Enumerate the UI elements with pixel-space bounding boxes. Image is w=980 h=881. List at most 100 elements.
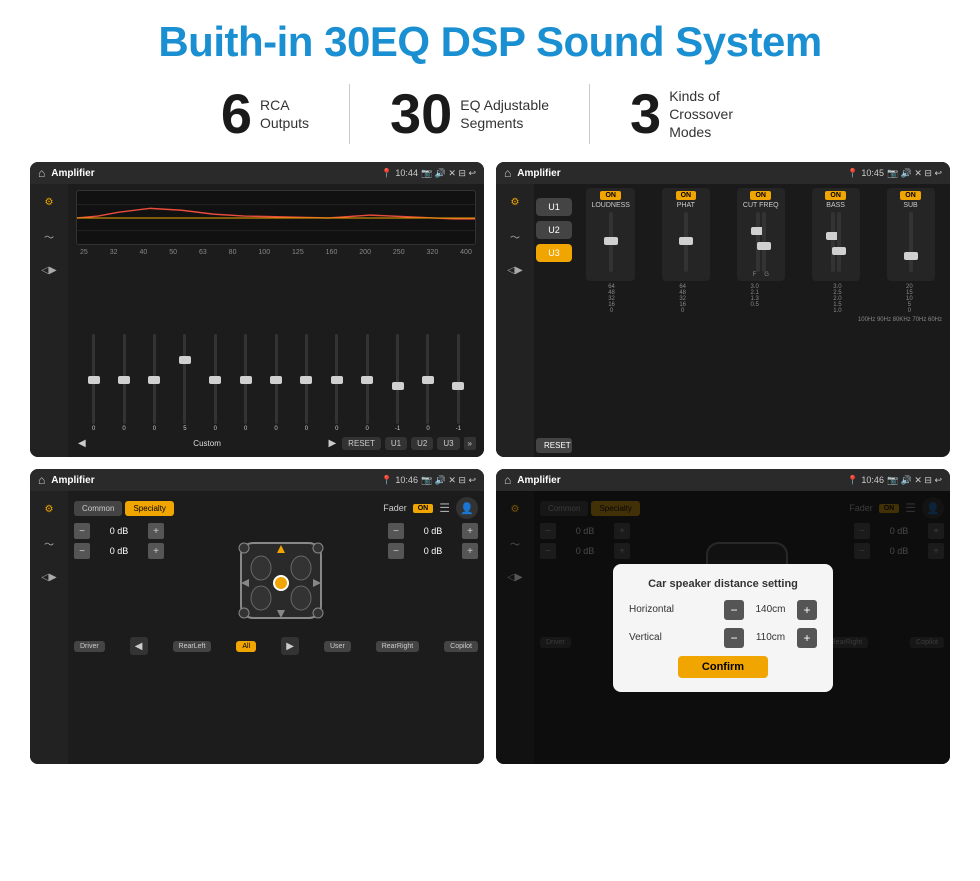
speaker-icon-3[interactable]: ◁▶ [36, 567, 62, 587]
fl-plus-btn[interactable]: + [148, 523, 164, 539]
db-control-rr: − 0 dB + [388, 543, 478, 559]
side-icons-3: ⚙ 〜 ◁▶ [30, 491, 68, 764]
status-icons-4: 📍 10:46 📷 🔊 ✕ ⊟ ↩ [847, 475, 942, 486]
cutfreq-on-badge: ON [750, 191, 771, 200]
main-title: Buith-in 30EQ DSP Sound System [30, 18, 950, 66]
fr-value: 0 dB [408, 526, 458, 536]
eq-slider-4: 0 [202, 334, 229, 432]
speaker-icon[interactable]: ◁▶ [36, 260, 62, 280]
side-icons-2: ⚙ 〜 ◁▶ [496, 184, 534, 457]
side-icons-1: ⚙ 〜 ◁▶ [30, 184, 68, 457]
fader-controls: − 0 dB + − 0 dB + [74, 523, 478, 633]
amp-u1-btn[interactable]: U1 [536, 198, 572, 216]
stat-label-eq: EQ AdjustableSegments [460, 96, 549, 132]
copilot-btn[interactable]: Copilot [444, 641, 478, 652]
fr-plus-btn[interactable]: + [462, 523, 478, 539]
amp-reset-btn[interactable]: RESET [536, 438, 572, 453]
home-icon-3: ⌂ [38, 473, 45, 487]
screen-content-3: ⚙ 〜 ◁▶ Common Specialty Fader ON [30, 491, 484, 764]
time-4: 10:46 [861, 475, 884, 485]
eq-slider-6: 0 [262, 334, 289, 432]
screen-fader: ⌂ Amplifier 📍 10:46 📷 🔊 ✕ ⊟ ↩ ⚙ 〜 ◁▶ Com… [30, 469, 484, 764]
amp-u2-btn[interactable]: U2 [536, 221, 572, 239]
rr-minus-btn[interactable]: − [388, 543, 404, 559]
fader-sliders-icon: ☰ [439, 501, 450, 515]
eq-slider-3: 5 [171, 334, 198, 432]
eq-slider-1: 0 [110, 334, 137, 432]
fr-minus-btn[interactable]: − [388, 523, 404, 539]
db-control-fr: − 0 dB + [388, 523, 478, 539]
screen-content-2: ⚙ 〜 ◁▶ U1 U2 U3 RESET [496, 184, 950, 457]
vertical-minus-btn[interactable]: − [724, 628, 744, 648]
vertical-row: Vertical − 110cm + [629, 628, 817, 648]
amp-u3-btn[interactable]: U3 [536, 244, 572, 262]
rl-minus-btn[interactable]: − [74, 543, 90, 559]
eq-next-arrow[interactable]: ▶ [326, 436, 338, 451]
specialty-tab[interactable]: Specialty [125, 501, 173, 516]
eq-slider-0: 0 [80, 334, 107, 432]
sub-control: ON SUB [887, 188, 935, 281]
vertical-plus-btn[interactable]: + [797, 628, 817, 648]
confirm-button[interactable]: Confirm [678, 656, 768, 678]
fader-center [172, 523, 380, 633]
speaker-icon-2[interactable]: ◁▶ [502, 260, 528, 280]
bass-control: ON BASS [812, 188, 860, 281]
fader-label-row: Fader ON ☰ [383, 501, 450, 515]
rr-value: 0 dB [408, 546, 458, 556]
loudness-control: ON LOUDNESS [586, 188, 635, 281]
rr-plus-btn[interactable]: + [462, 543, 478, 559]
status-bar-3: ⌂ Amplifier 📍 10:46 📷 🔊 ✕ ⊟ ↩ [30, 469, 484, 491]
phat-track [684, 212, 688, 272]
fl-minus-btn[interactable]: − [74, 523, 90, 539]
wave-icon-2[interactable]: 〜 [502, 226, 528, 246]
horizontal-label: Horizontal [629, 604, 699, 615]
rl-value: 0 dB [94, 546, 144, 556]
common-tab[interactable]: Common [74, 501, 122, 516]
cutfreq-label: CUT FREQ [743, 202, 779, 209]
eq-u2-btn[interactable]: U2 [411, 437, 433, 450]
cutfreq-control: ON CUT FREQ FG [737, 188, 785, 281]
eq-slider-7: 0 [293, 334, 320, 432]
vertical-label: Vertical [629, 632, 699, 643]
rear-right-btn[interactable]: RearRight [376, 641, 420, 652]
horizontal-value: 140cm [748, 604, 793, 615]
rl-plus-btn[interactable]: + [148, 543, 164, 559]
stat-label-rca: RCAOutputs [260, 96, 309, 132]
left-arrow-btn[interactable]: ◀ [130, 637, 148, 655]
horizontal-stepper: − 140cm + [724, 600, 817, 620]
wave-icon-3[interactable]: 〜 [36, 533, 62, 553]
db-control-fl: − 0 dB + [74, 523, 164, 539]
eq-bottom-bar: ◀ Custom ▶ RESET U1 U2 U3 » [76, 436, 476, 451]
eq-icon-2[interactable]: ⚙ [502, 192, 528, 212]
fader-on-badge: ON [413, 504, 434, 513]
driver-btn[interactable]: Driver [74, 641, 105, 652]
eq-slider-9: 0 [354, 334, 381, 432]
horizontal-plus-btn[interactable]: + [797, 600, 817, 620]
tab-group: Common Specialty [74, 501, 174, 516]
horizontal-minus-btn[interactable]: − [724, 600, 744, 620]
status-icons-1: 📍 10:44 📷 🔊 ✕ ⊟ ↩ [381, 168, 476, 179]
screen-content-1: ⚙ 〜 ◁▶ [30, 184, 484, 457]
eq-icon[interactable]: ⚙ [36, 192, 62, 212]
eq-double-arrow[interactable]: » [464, 437, 476, 450]
fader-top: Common Specialty Fader ON ☰ 👤 [74, 497, 478, 519]
sub-track [909, 212, 913, 272]
vertical-stepper: − 110cm + [724, 628, 817, 648]
stat-eq: 30 EQ AdjustableSegments [350, 86, 589, 142]
eq-prev-arrow[interactable]: ◀ [76, 436, 88, 451]
rear-left-btn[interactable]: RearLeft [173, 641, 212, 652]
home-icon-4: ⌂ [504, 473, 511, 487]
person-icon-btn[interactable]: 👤 [456, 497, 478, 519]
app-name-4: Amplifier [517, 475, 841, 486]
bass-label: BASS [826, 202, 845, 209]
eq-slider-12: -1 [445, 334, 472, 432]
fl-value: 0 dB [94, 526, 144, 536]
dialog-title: Car speaker distance setting [629, 578, 817, 590]
eq-reset-btn[interactable]: RESET [342, 437, 381, 450]
wave-icon[interactable]: 〜 [36, 226, 62, 246]
bass-track-f [831, 212, 835, 272]
eq-u3-btn[interactable]: U3 [437, 437, 459, 450]
eq-sliders: 0 0 0 5 [76, 260, 476, 432]
eq-u1-btn[interactable]: U1 [385, 437, 407, 450]
eq-icon-3[interactable]: ⚙ [36, 499, 62, 519]
